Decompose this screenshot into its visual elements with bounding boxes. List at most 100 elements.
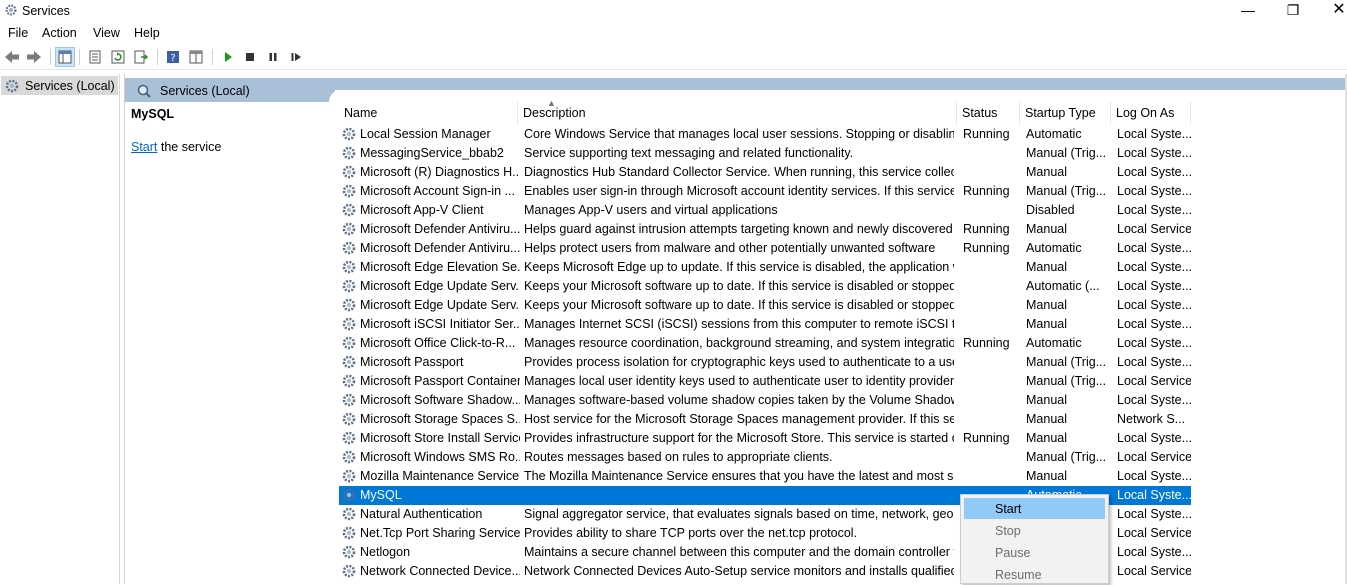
service-row[interactable]: Local Session Manager Core Windows Servic… — [339, 125, 1191, 144]
context-menu-resume[interactable]: Resume — [964, 564, 1105, 585]
help-icon[interactable]: ? — [163, 47, 183, 67]
service-status: Running — [963, 127, 1010, 141]
menu-file[interactable]: File — [8, 26, 28, 40]
service-description: Maintains a secure channel between this … — [524, 545, 954, 559]
start-service-icon[interactable] — [218, 47, 238, 67]
pause-service-icon[interactable] — [263, 47, 283, 67]
gear-icon — [342, 545, 356, 559]
service-startup-type: Manual — [1026, 260, 1067, 274]
gear-icon — [342, 336, 356, 350]
service-log-on-as: Local Syste... — [1117, 336, 1191, 350]
service-row[interactable]: Microsoft Store Install Service Provides … — [339, 429, 1191, 448]
context-menu: Start Stop Pause Resume — [960, 494, 1109, 584]
service-description: Manages local user identity keys used to… — [524, 374, 954, 388]
service-log-on-as: Local Syste... — [1117, 431, 1191, 445]
gear-icon — [342, 279, 356, 293]
context-menu-start[interactable]: Start — [964, 498, 1105, 519]
service-log-on-as: Local Service — [1117, 564, 1191, 578]
refresh-icon[interactable] — [108, 47, 128, 67]
properties-icon[interactable] — [85, 47, 105, 67]
service-log-on-as: Local Syste... — [1117, 279, 1191, 293]
maximize-button[interactable]: ❐ — [1270, 0, 1316, 22]
forward-arrow-icon[interactable] — [24, 47, 44, 67]
menu-action[interactable]: Action — [42, 26, 77, 40]
service-row[interactable]: Microsoft Account Sign-in ... Enables use… — [339, 182, 1191, 201]
column-header-description[interactable]: Description — [518, 102, 957, 124]
export-list-icon[interactable] — [131, 47, 151, 67]
column-header-log-on-as[interactable]: Log On As — [1111, 102, 1191, 124]
service-row[interactable]: Microsoft Storage Spaces S... Host servic… — [339, 410, 1191, 429]
service-row[interactable]: Microsoft App-V Client Manages App-V user… — [339, 201, 1191, 220]
service-name: Microsoft Edge Update Serv... — [360, 298, 520, 312]
back-arrow-icon[interactable] — [2, 47, 22, 67]
service-description: Provides ability to share TCP ports over… — [524, 526, 858, 540]
service-row[interactable]: Microsoft Office Click-to-R... Manages re… — [339, 334, 1191, 353]
service-row[interactable]: Microsoft Edge Update Serv... Keeps your … — [339, 277, 1191, 296]
service-name: Network Connected Device... — [360, 564, 520, 578]
show-pane-icon[interactable] — [186, 47, 206, 67]
gear-icon — [5, 4, 17, 16]
service-row[interactable]: Microsoft Software Shadow... Manages soft… — [339, 391, 1191, 410]
service-name: Microsoft Store Install Service — [360, 431, 520, 445]
service-name: Local Session Manager — [360, 127, 491, 141]
service-description: Enables user sign-in through Microsoft a… — [524, 184, 954, 198]
service-description: Core Windows Service that manages local … — [524, 127, 954, 141]
gear-icon — [342, 507, 356, 521]
service-name: Net.Tcp Port Sharing Service — [360, 526, 520, 540]
stop-service-icon[interactable] — [240, 47, 260, 67]
service-log-on-as: Local Service — [1117, 222, 1191, 236]
service-name: Mozilla Maintenance Service — [360, 469, 520, 483]
service-row[interactable]: MessagingService_bbab2 Service supporting… — [339, 144, 1191, 163]
service-row[interactable]: Microsoft Windows SMS Ro... Routes messag… — [339, 448, 1191, 467]
header-white — [335, 90, 1347, 102]
service-row[interactable]: Microsoft Defender Antiviru... Helps guar… — [339, 220, 1191, 239]
svg-text:?: ? — [170, 53, 175, 64]
tree-item-services-local[interactable]: Services (Local) — [1, 76, 118, 95]
service-startup-type: Automatic — [1026, 336, 1082, 350]
pane-header-title: Services (Local) — [160, 84, 250, 98]
console-tree-icon[interactable] — [55, 47, 75, 67]
service-description: Network Connected Devices Auto-Setup ser… — [524, 564, 954, 578]
service-name: Microsoft Account Sign-in ... — [360, 184, 515, 198]
menu-view[interactable]: View — [93, 26, 120, 40]
service-name: MessagingService_bbab2 — [360, 146, 504, 160]
column-header-status[interactable]: Status — [957, 102, 1020, 124]
service-row[interactable]: Microsoft Edge Elevation Se... Keeps Micr… — [339, 258, 1191, 277]
service-description: Routes messages based on rules to approp… — [524, 450, 833, 464]
restart-service-icon[interactable] — [286, 47, 306, 67]
service-row[interactable]: Mozilla Maintenance Service The Mozilla M… — [339, 467, 1191, 486]
tree-item-label: Services (Local) — [25, 78, 115, 93]
service-row[interactable]: Microsoft Passport Container Manages loca… — [339, 372, 1191, 391]
service-log-on-as: Network S... — [1117, 412, 1186, 426]
service-startup-type: Manual (Trig... — [1026, 184, 1107, 198]
service-row[interactable]: Microsoft Passport Provides process isola… — [339, 353, 1191, 372]
service-log-on-as: Local Syste... — [1117, 184, 1191, 198]
context-menu-pause[interactable]: Pause — [964, 542, 1105, 563]
service-row[interactable]: Microsoft Edge Update Serv... Keeps your … — [339, 296, 1191, 315]
column-header-name[interactable]: Name — [339, 102, 518, 124]
service-name: Microsoft Passport — [360, 355, 464, 369]
close-button[interactable]: ✕ — [1316, 0, 1347, 22]
service-row[interactable]: Microsoft (R) Diagnostics H... Diagnostic… — [339, 163, 1191, 182]
service-startup-type: Manual (Trig... — [1026, 374, 1107, 388]
start-service-suffix: the service — [157, 140, 222, 154]
service-startup-type: Manual — [1026, 222, 1067, 236]
gear-icon — [342, 317, 356, 331]
service-row[interactable]: Microsoft Defender Antiviru... Helps prot… — [339, 239, 1191, 258]
minimize-button[interactable]: — — [1225, 0, 1271, 22]
toolbar-separator — [157, 49, 158, 65]
gear-icon — [342, 412, 356, 426]
service-name: Microsoft Defender Antiviru... — [360, 241, 520, 255]
service-description: Keeps your Microsoft software up to date… — [524, 298, 954, 312]
service-name: Microsoft Windows SMS Ro... — [360, 450, 520, 464]
column-header-startup-type[interactable]: Startup Type — [1020, 102, 1111, 124]
service-description: Provides process isolation for cryptogra… — [524, 355, 954, 369]
start-service-link[interactable]: Start — [131, 140, 157, 154]
gear-icon — [342, 127, 356, 141]
service-row[interactable]: Microsoft iSCSI Initiator Ser... Manages … — [339, 315, 1191, 334]
context-menu-stop[interactable]: Stop — [964, 520, 1105, 541]
menu-help[interactable]: Help — [134, 26, 160, 40]
gear-icon — [342, 298, 356, 312]
service-name: Microsoft (R) Diagnostics H... — [360, 165, 520, 179]
search-icon — [137, 84, 151, 98]
